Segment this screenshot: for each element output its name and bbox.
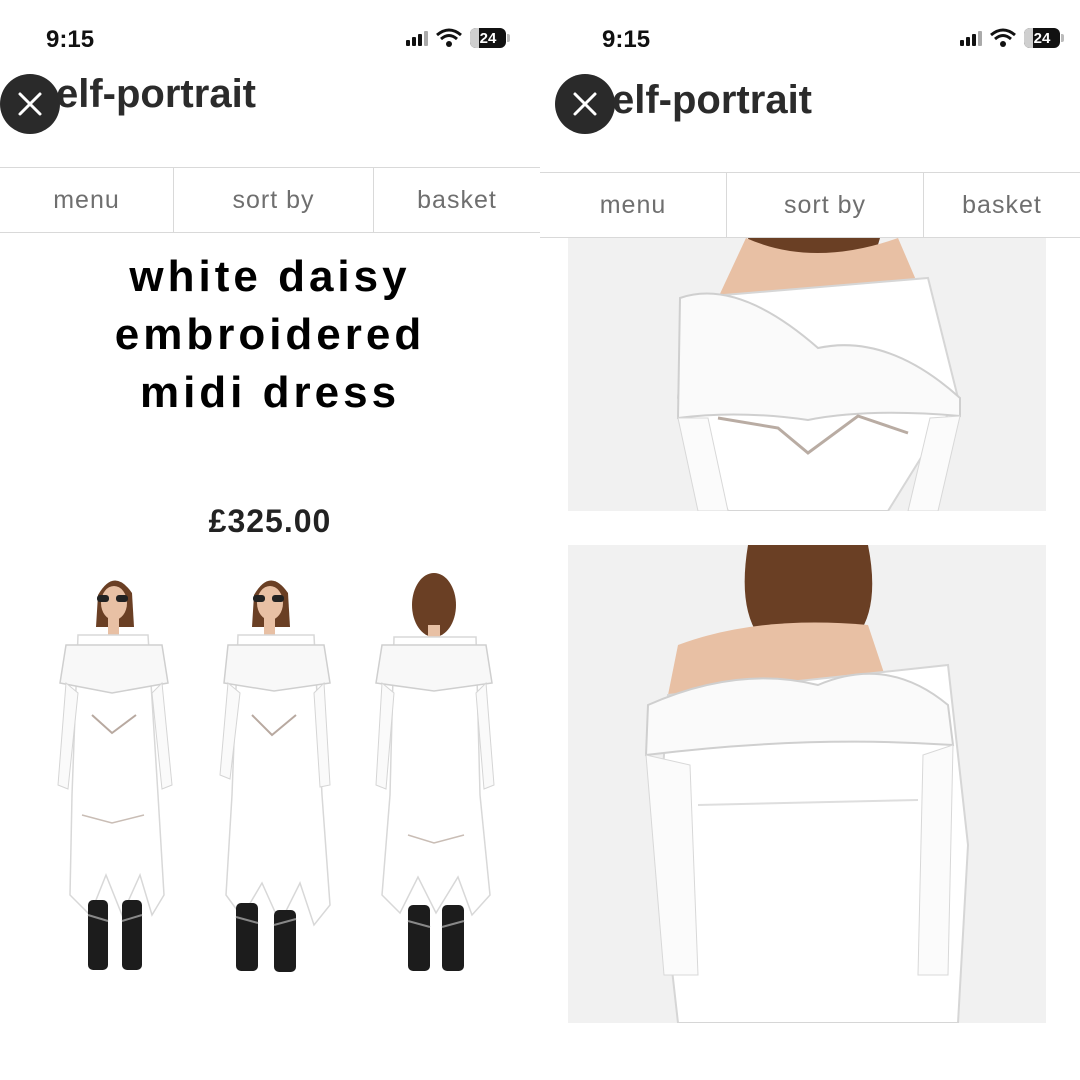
screen-right: 9:15 24 elf-portrait menu sort by basket (540, 0, 1080, 1080)
product-title: white daisy embroidered midi dress (0, 248, 540, 422)
battery-icon: 24 (1024, 28, 1064, 48)
cellular-signal-icon (960, 30, 982, 46)
product-detail-image-back[interactable] (568, 545, 1046, 1023)
nav-basket[interactable]: basket (373, 168, 540, 232)
close-button[interactable] (555, 74, 615, 134)
nav-basket[interactable]: basket (923, 173, 1080, 237)
product-thumbnail-front[interactable] (52, 565, 182, 980)
cellular-signal-icon (406, 30, 428, 46)
product-title-line: midi dress (139, 368, 401, 417)
status-time: 9:15 (602, 26, 651, 53)
battery-icon: 24 (470, 28, 510, 48)
product-detail-image-front[interactable] (568, 238, 1046, 511)
brand-logo[interactable]: elf-portrait (612, 78, 812, 123)
battery-percent: 24 (1033, 29, 1051, 47)
nav-sort-by[interactable]: sort by (726, 173, 923, 237)
product-thumbnail-front-pose[interactable] (218, 565, 348, 980)
close-button[interactable] (0, 74, 60, 134)
status-time: 9:15 (46, 26, 95, 53)
status-icons: 24 (406, 28, 510, 48)
wifi-icon (436, 28, 462, 47)
top-nav: menu sort by basket (0, 167, 540, 233)
product-thumbnail-back[interactable] (372, 565, 502, 980)
nav-menu[interactable]: menu (0, 168, 173, 232)
product-title-line: embroidered (114, 310, 426, 359)
close-icon (18, 92, 42, 116)
product-title-line: white daisy (129, 252, 411, 301)
close-icon (573, 92, 597, 116)
wifi-icon (990, 28, 1016, 47)
nav-menu[interactable]: menu (540, 173, 726, 237)
brand-logo[interactable]: elf-portrait (56, 72, 256, 117)
battery-level (470, 28, 479, 48)
screen-left: 9:15 24 elf-portrait menu sort by basket… (0, 0, 540, 1080)
product-price: £325.00 (208, 503, 332, 539)
status-icons: 24 (960, 28, 1064, 48)
nav-sort-by[interactable]: sort by (173, 168, 373, 232)
top-nav: menu sort by basket (540, 172, 1080, 238)
battery-level (1024, 28, 1033, 48)
battery-percent: 24 (479, 29, 497, 47)
